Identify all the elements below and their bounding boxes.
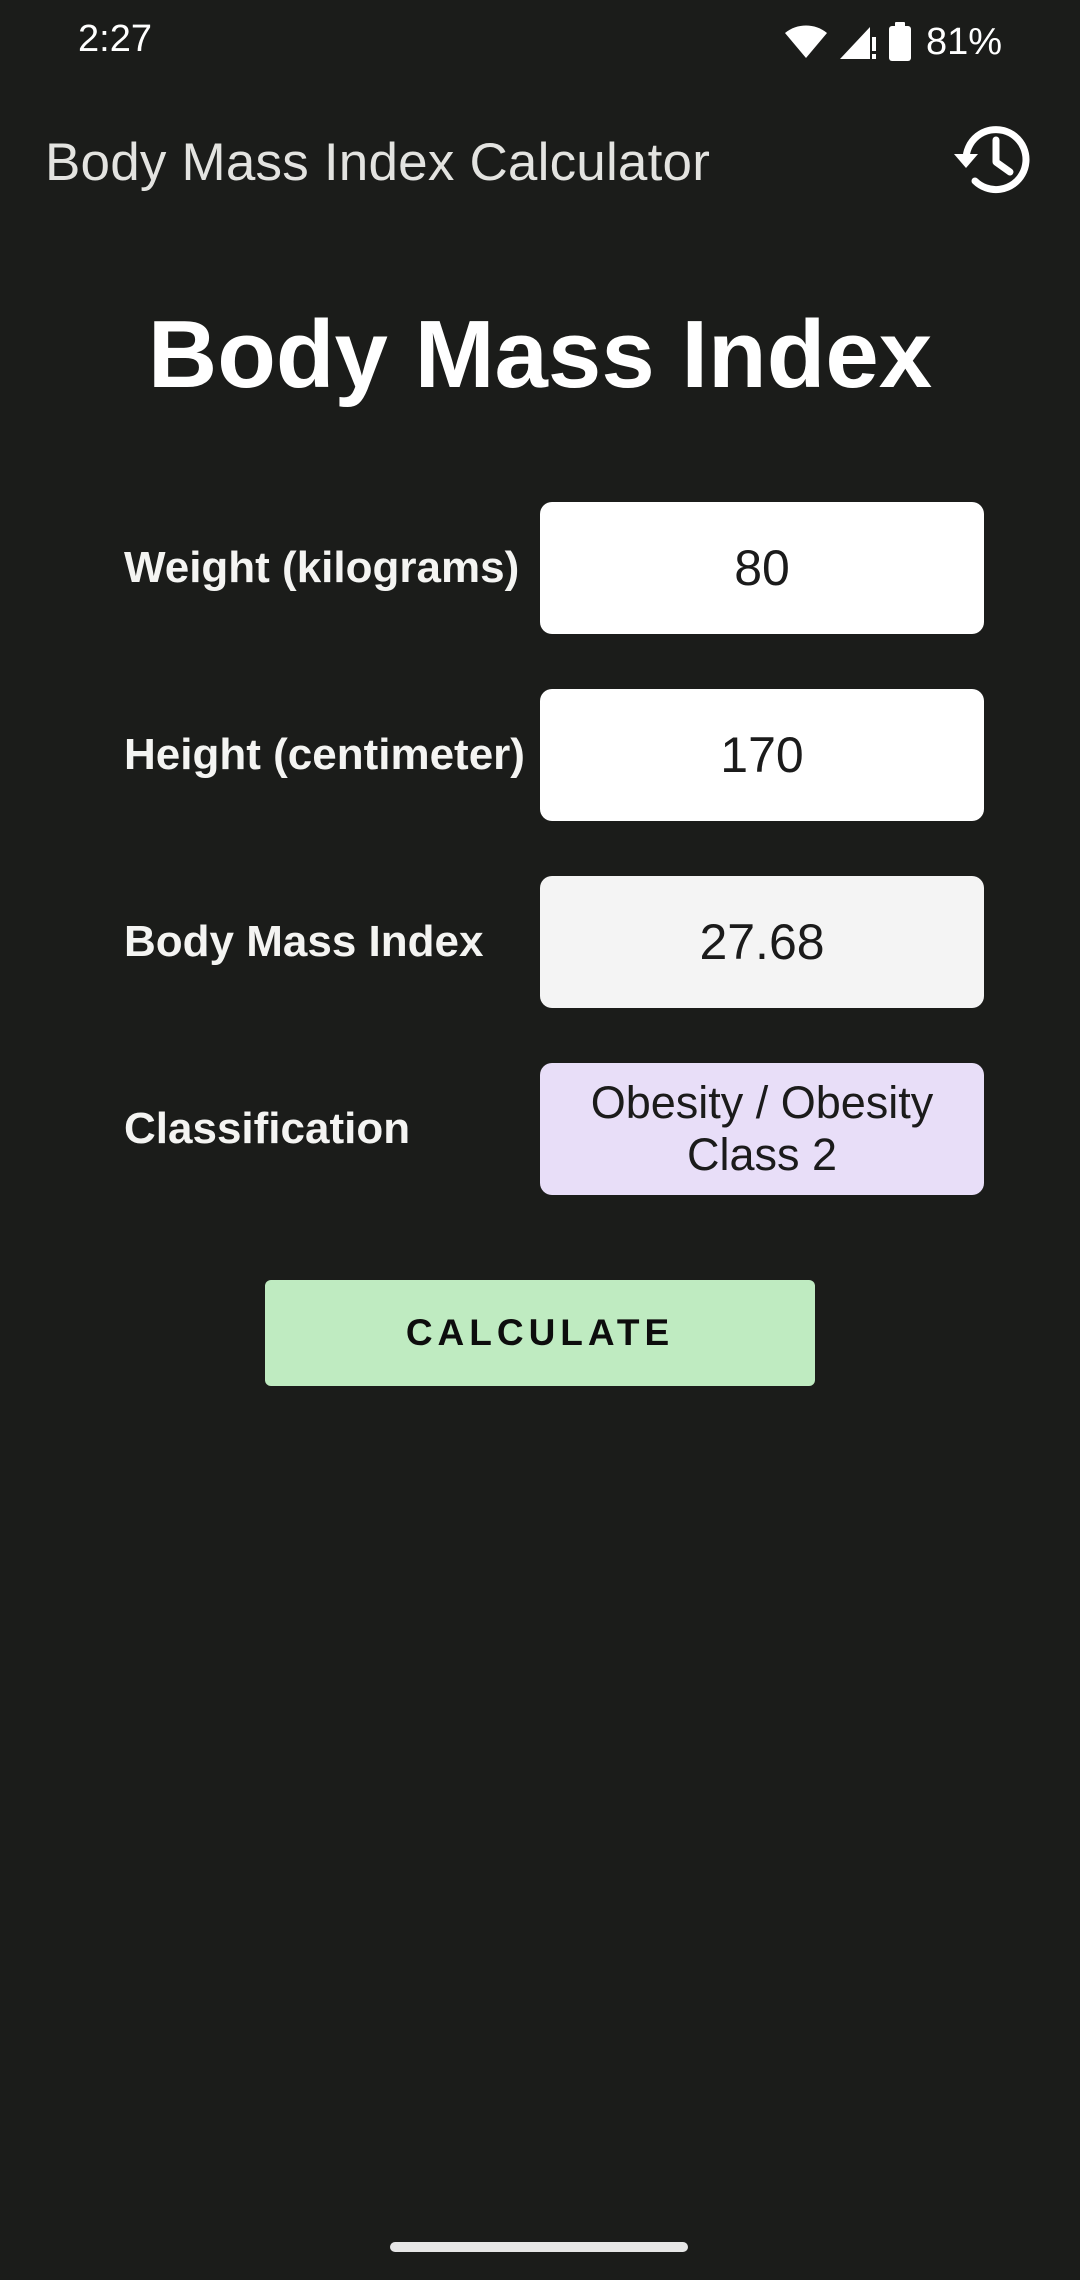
app-title: Body Mass Index Calculator	[45, 133, 711, 192]
history-icon	[950, 114, 1042, 211]
weight-row: Weight (kilograms) 80	[124, 502, 984, 634]
classification-label: Classification	[124, 1104, 411, 1153]
status-bar: 2:27 81%	[0, 0, 1080, 84]
wifi-icon	[784, 24, 828, 60]
classification-row: Classification Obesity / Obesity Class 2	[124, 1063, 984, 1195]
bmi-row: Body Mass Index 27.68	[124, 876, 984, 1008]
calculate-button[interactable]: CALCULATE	[265, 1280, 815, 1386]
classification-result: Obesity / Obesity Class 2	[540, 1063, 984, 1195]
height-label: Height (centimeter)	[124, 730, 525, 779]
height-row: Height (centimeter) 170	[124, 689, 984, 821]
status-time: 2:27	[78, 18, 152, 60]
page-heading: Body Mass Index	[147, 301, 933, 408]
status-icons: 81%	[784, 18, 1002, 66]
app-bar: Body Mass Index Calculator	[0, 100, 1080, 224]
bmi-result: 27.68	[540, 876, 984, 1008]
cellular-signal-icon	[838, 23, 878, 61]
history-button[interactable]	[948, 114, 1044, 210]
bmi-label: Body Mass Index	[124, 917, 484, 966]
weight-input[interactable]: 80	[540, 502, 984, 634]
gesture-nav-bar[interactable]	[390, 2242, 688, 2252]
battery-icon	[888, 22, 912, 62]
weight-label: Weight (kilograms)	[124, 543, 520, 592]
battery-percent: 81%	[925, 20, 1002, 63]
height-input[interactable]: 170	[540, 689, 984, 821]
